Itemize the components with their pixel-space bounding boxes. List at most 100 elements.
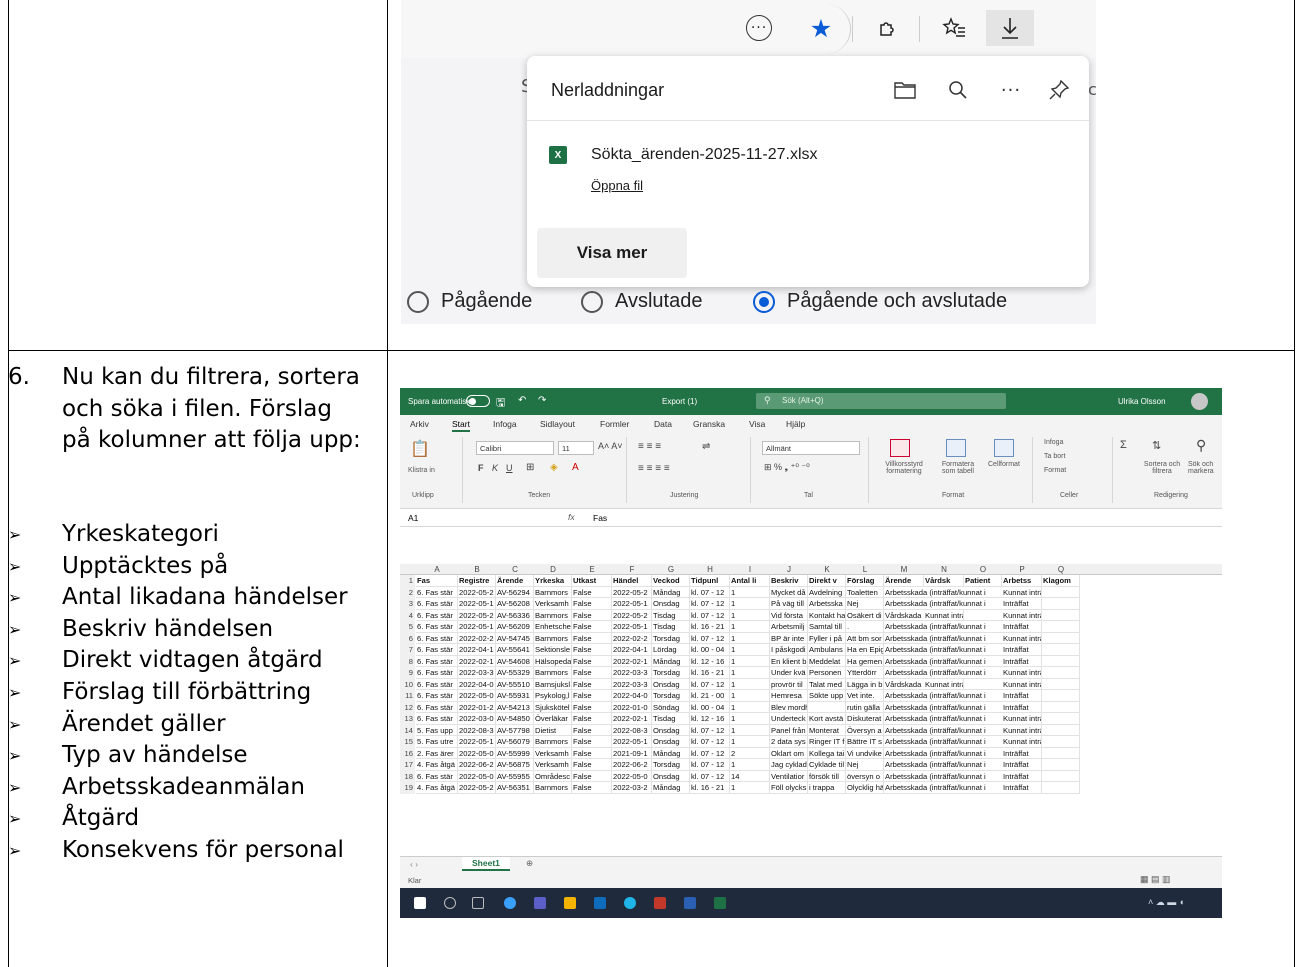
row-number[interactable]: 12 [400,701,415,713]
row-number[interactable]: 11 [400,690,415,702]
cell[interactable]: 2022-05-1 [612,621,652,633]
cell[interactable]: 4. Fas åtgä [416,759,458,771]
cell[interactable]: Onsdag [652,736,690,748]
cell[interactable]: kl. 07 - 12 [690,586,730,598]
cell[interactable]: Onsdag [652,678,690,690]
cell[interactable]: 1 [730,667,770,679]
cell[interactable]: Måndag [652,586,690,598]
cell[interactable]: AV-54608 [496,655,534,667]
cell[interactable]: Inträffat [1002,690,1042,702]
cell[interactable] [1042,632,1080,644]
column-header[interactable]: Q [1042,565,1080,574]
name-box[interactable]: A1 [408,513,418,523]
cell[interactable]: Söndag [652,701,690,713]
cell[interactable]: 2. Fas ärer [416,747,458,759]
cell[interactable]: 1 [730,759,770,771]
cell[interactable]: Torsdag [652,632,690,644]
formula-input[interactable]: Fas [593,513,607,523]
cell[interactable]: 1 [730,713,770,725]
cell[interactable]: Ventilatior [770,770,808,782]
cell[interactable]: AV-55329 [496,667,534,679]
cell[interactable]: Måndag [652,747,690,759]
tab-sidlayout[interactable]: Sidlayout [540,419,575,429]
cell[interactable]: Arbetsskada (inträffat/kunnat i [884,667,1002,679]
column-header[interactable]: F [612,565,652,574]
cell[interactable]: 2022-04-0 [458,678,496,690]
cell[interactable]: Tisdag [652,609,690,621]
underline-icon[interactable]: U [506,463,513,473]
cell[interactable]: Hemresa [770,690,808,702]
cell[interactable]: Jag cyklad [770,759,808,771]
cell[interactable]: Inträffat [1002,759,1042,771]
cell[interactable]: 2 data sys [770,736,808,748]
cell[interactable]: kl. 21 - 00 [690,690,730,702]
cell[interactable]: Arbetsskada (inträffat/kunnat i [884,748,1002,759]
fill-color-icon[interactable]: ◈ [550,462,558,473]
radio-ongoing[interactable]: Pågående [407,290,532,313]
column-filter-header[interactable]: Klagom [1042,575,1080,587]
cell[interactable]: Översyn a [846,724,884,736]
cell[interactable]: 2022-01-2 [458,701,496,713]
cell[interactable]: 1 [730,701,770,713]
cell[interactable]: Måndag [652,782,690,794]
cell[interactable] [1042,609,1080,621]
font-color-icon[interactable]: A [572,462,579,473]
cell[interactable]: Ambulans [808,644,846,656]
search-icon[interactable] [444,897,456,909]
column-filter-header[interactable]: Antal li [730,575,770,587]
column-header[interactable]: K [808,565,846,574]
more-options-icon[interactable]: ··· [997,76,1025,104]
cell[interactable]: Olycklig hä [846,782,884,794]
cell[interactable]: Barnmors [534,667,572,679]
cell[interactable]: False [572,655,612,667]
cell[interactable]: Monterat [808,724,846,736]
cell[interactable]: Toaletten [846,586,884,598]
row-number[interactable]: 3 [400,598,415,610]
column-header[interactable]: O [964,565,1002,574]
cell[interactable]: AV-54213 [496,701,534,713]
cell[interactable]: False [572,644,612,656]
cell[interactable]: 6. Fas stär [416,586,458,598]
cell[interactable]: Måndag [652,655,690,667]
word-icon[interactable] [684,897,696,909]
autosave-toggle[interactable] [466,395,490,407]
cell[interactable]: Områdesc [534,770,572,782]
cell[interactable]: False [572,632,612,644]
cell[interactable]: Arbetsskada (inträffat/kunnat i [884,771,1002,782]
cell[interactable]: Verksamh [534,598,572,610]
column-filter-header[interactable]: Ärende [496,575,534,587]
paste-icon[interactable]: 📋 [410,439,430,459]
cell[interactable]: kl. 07 - 12 [690,678,730,690]
cell[interactable]: Inträffat [1002,598,1042,610]
task-view-icon[interactable] [472,897,484,909]
cell[interactable]: 2022-08-3 [612,724,652,736]
cell[interactable]: Panel från [770,724,808,736]
cell[interactable]: BP är inte [770,632,808,644]
cell[interactable]: Bättre IT s [846,736,884,748]
cell[interactable]: Hälsopeda [534,655,572,667]
cell[interactable]: 1 [730,655,770,667]
chrome-icon[interactable] [504,897,516,909]
cell[interactable]: kl. 07 - 12 [690,736,730,748]
cell[interactable]: Fyller i på [808,632,846,644]
cell[interactable]: Torsdag [652,690,690,702]
cell[interactable]: 2022-08-3 [458,724,496,736]
cell[interactable] [808,701,846,713]
cell[interactable]: Diskuterat [846,713,884,725]
cell[interactable]: Inträffat [1002,701,1042,713]
save-icon[interactable]: 🖫 [496,394,505,413]
teams-icon[interactable] [534,897,546,909]
find-icon[interactable]: ⚲ [1196,437,1206,454]
insert-cells-button[interactable]: Infoga [1044,439,1063,446]
border-icon[interactable]: ⊞ [526,462,534,473]
cell[interactable]: kl. 07 - 12 [690,724,730,736]
cell[interactable]: 6. Fas stär [416,770,458,782]
cell[interactable] [1042,598,1080,610]
column-header[interactable]: C [496,565,534,574]
row-number[interactable]: 15 [400,736,415,748]
cell[interactable]: försök till [808,770,846,782]
cell[interactable]: 2022-03-0 [458,713,496,725]
cell[interactable]: Föll olycksl [770,782,808,794]
row-number[interactable]: 4 [400,609,415,621]
tab-arkiv[interactable]: Arkiv [410,419,429,429]
